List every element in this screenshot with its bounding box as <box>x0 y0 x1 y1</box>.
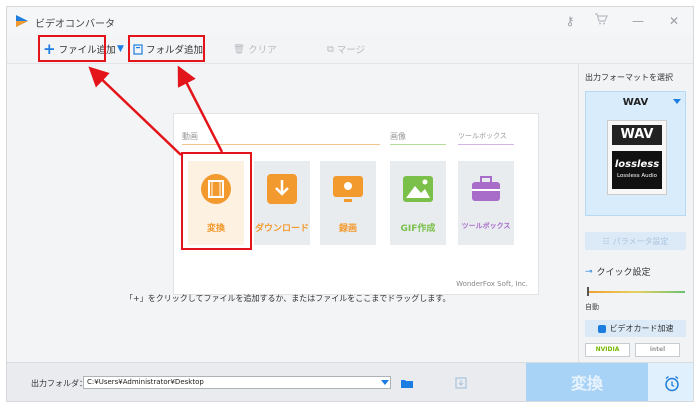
arrow-to-add-file <box>88 66 182 156</box>
annotation-arrows <box>88 65 224 156</box>
arrow-to-add-folder <box>177 65 224 153</box>
